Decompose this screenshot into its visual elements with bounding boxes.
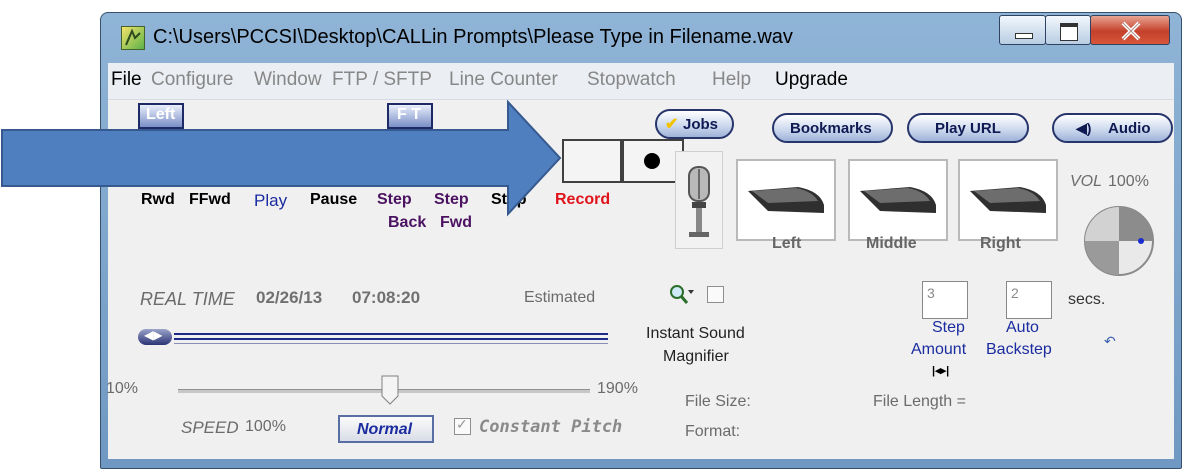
annotation-arrow bbox=[1, 99, 562, 217]
